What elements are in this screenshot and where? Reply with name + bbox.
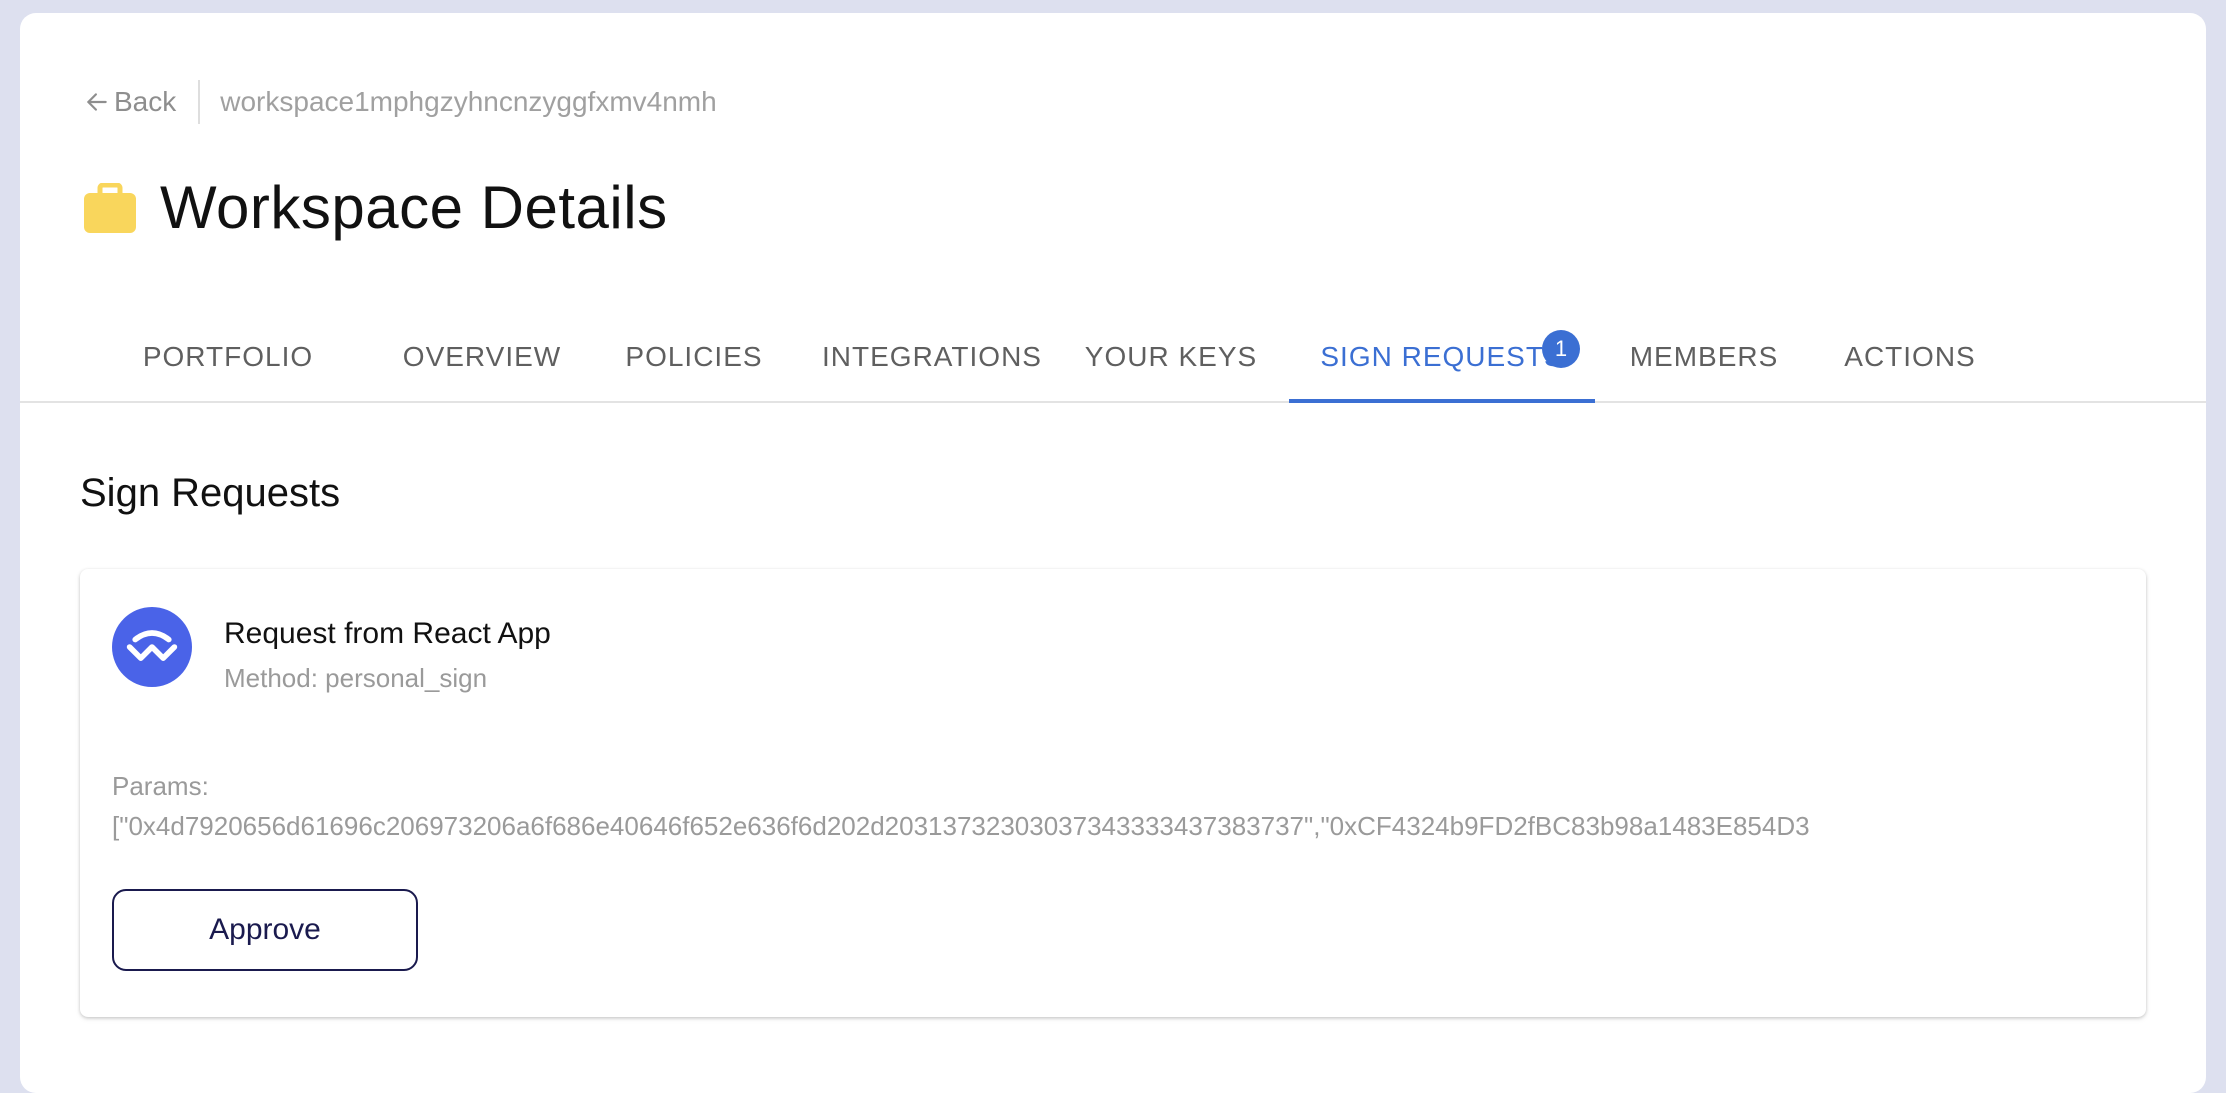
active-tab-indicator [1289,399,1595,403]
walletconnect-logo [126,630,178,661]
tab-label: SIGN REQUESTS [1320,341,1564,372]
tab-integrations[interactable]: INTEGRATIONS [800,313,1064,401]
back-label: Back [114,86,177,117]
tab-label: INTEGRATIONS [822,341,1042,372]
walletconnect-icon [112,607,192,687]
section-title: Sign Requests [80,471,341,515]
back-button[interactable]: Back [84,86,198,118]
briefcase-icon [84,182,136,233]
tab-policies[interactable]: POLICIES [602,313,786,401]
tab-your-keys[interactable]: YOUR KEYS [1080,313,1262,401]
approve-button[interactable]: Approve [112,889,418,971]
tab-label: MEMBERS [1629,341,1779,372]
request-title: Request from React App [224,617,551,650]
tab-actions[interactable]: ACTIONS [1838,313,1982,401]
tab-portfolio[interactable]: PORTFOLIO [140,313,316,401]
page-header: Workspace Details [84,173,668,242]
workspace-id: workspace1mphgzyhncnzyggfxmv4nmh [220,86,717,117]
breadcrumb: Back workspace1mphgzyhncnzyggfxmv4nmh [84,71,717,133]
sign-request-card: Request from React App Method: personal_… [80,569,2146,1017]
tab-label: PORTFOLIO [142,341,314,372]
tab-members[interactable]: MEMBERS [1620,313,1788,401]
tab-label: OVERVIEW [402,341,562,372]
sign-requests-count-badge: 1 [1542,330,1580,368]
tab-overview[interactable]: OVERVIEW [382,313,582,401]
params-value: ["0x4d7920656d61696c206973206a6f686e4064… [112,811,1810,841]
request-method: Method: personal_sign [224,663,488,693]
tab-label: YOUR KEYS [1084,341,1258,372]
tab-label: POLICIES [625,341,763,372]
params-label: Params: [112,771,209,801]
tab-bar: PORTFOLIO OVERVIEW POLICIES INTEGRATIONS… [20,313,2206,403]
tab-label: ACTIONS [1844,341,1976,372]
arrow-left-icon [87,93,107,111]
page-container: Back workspace1mphgzyhncnzyggfxmv4nmh Wo… [20,13,2206,1093]
page-title: Workspace Details [160,174,668,241]
